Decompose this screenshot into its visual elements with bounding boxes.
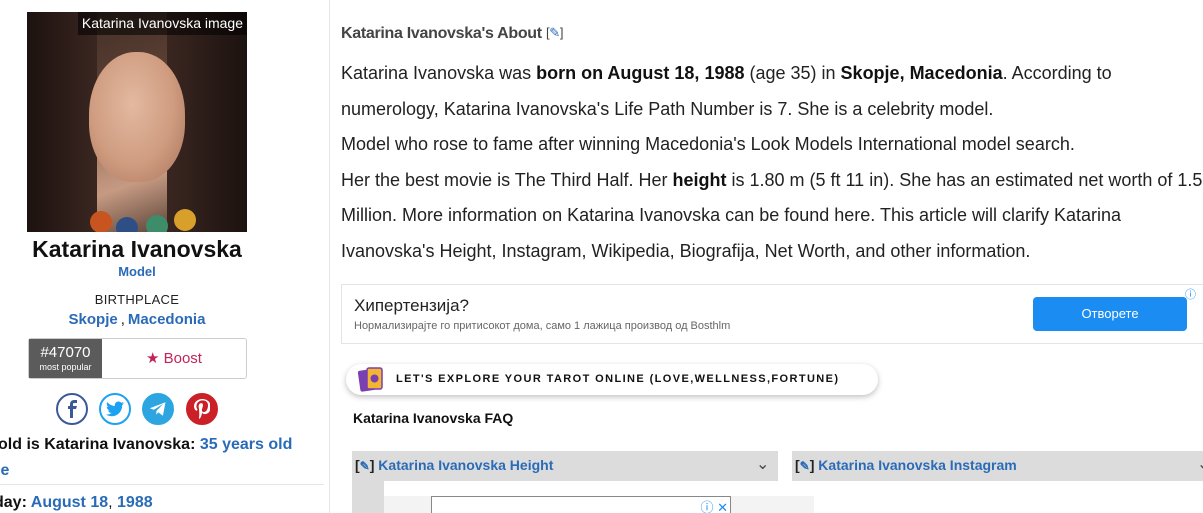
birthplace-separator: , [120, 311, 125, 328]
birthday-date-link[interactable]: August 18 [31, 494, 108, 511]
popularity-box: #47070 most popular ★ Boost [28, 338, 247, 379]
rank-badge: #47070 most popular [29, 339, 102, 378]
photo-caption: Katarina Ivanovska image [77, 12, 247, 35]
advertisement-banner[interactable]: Хипертензија? Нормализирајте го притисок… [341, 284, 1203, 344]
tarot-text: LET'S EXPLORE YOUR TAROT ONLINE (LOVE,WE… [396, 373, 840, 385]
birthplace-country-link[interactable]: Macedonia [128, 311, 206, 328]
age-question: old is Katarina Ivanovska: [0, 436, 196, 453]
ad-open-button[interactable]: Отворете [1033, 297, 1187, 331]
rank-number: #47070 [40, 344, 91, 361]
age-row: old is Katarina Ivanovska: 35 years old [0, 436, 292, 454]
age-value-link[interactable]: 35 years old [200, 436, 293, 453]
about-body: Katarina Ivanovska was born on August 18… [341, 56, 1203, 269]
birthday-comma: , [108, 494, 113, 511]
ad-subtitle: Нормализирајте го притисокот дома, само … [354, 320, 731, 332]
about-heading: Katarina Ivanovska's About [✎] [341, 25, 564, 43]
faq-item-label: [✎] Katarina Ivanovska Height [355, 457, 554, 473]
photo-shape [82, 197, 202, 232]
about-paragraph: Model who rose to fame after winning Mac… [341, 134, 1075, 154]
birthday-year-link[interactable]: 1988 [117, 494, 153, 511]
about-paragraph: Her the best movie is The Third Half. He… [341, 169, 1203, 261]
faq-item[interactable]: [✎] Katarina Ivanovska Height ⌄ [352, 451, 778, 481]
telegram-icon[interactable] [142, 393, 174, 425]
boost-button[interactable]: ★ Boost [102, 339, 246, 378]
chevron-down-icon: ⌄ [756, 456, 770, 473]
twitter-icon[interactable] [99, 393, 131, 425]
divider [0, 484, 324, 485]
birthplace-label: BIRTHPLACE [94, 292, 180, 307]
birthplace-value: Skopje, Macedonia [0, 311, 274, 328]
faq-heading: Katarina Ivanovska FAQ [353, 410, 514, 426]
facebook-icon[interactable] [56, 393, 88, 425]
ad-title: Хипертензија? [354, 296, 469, 315]
chevron-down-icon: ⌄ [1197, 454, 1203, 474]
profession-link[interactable]: Model [0, 264, 274, 279]
birthplace-city-link[interactable]: Skopje [69, 311, 118, 328]
profile-name: Katarina Ivanovska [32, 236, 242, 262]
pinterest-icon[interactable] [186, 393, 218, 425]
birthday-label: day: [0, 494, 27, 511]
tarot-banner[interactable]: LET'S EXPLORE YOUR TAROT ONLINE (LOVE,WE… [346, 364, 878, 395]
faq-item[interactable]: [✎] Katarina Ivanovska Instagram ⌄ [792, 451, 1203, 481]
edit-icon[interactable]: [✎] [546, 25, 564, 41]
photo-shape [89, 52, 185, 182]
profile-sidebar: Katarina Ivanovska image Katarina Ivanov… [0, 0, 330, 513]
profile-photo[interactable]: Katarina Ivanovska image [27, 12, 247, 232]
tarot-cards-icon [357, 367, 383, 392]
inline-ad[interactable]: ⓘ ✕ [431, 496, 731, 513]
faq-answer-panel [352, 481, 384, 513]
about-paragraph: Katarina Ivanovska was born on August 18… [341, 63, 1112, 119]
ad-info-icon[interactable]: ⓘ [1185, 286, 1196, 302]
about-title: Katarina Ivanovska's About [341, 25, 542, 42]
age-row-tail[interactable]: le [0, 462, 9, 480]
rank-subtitle: most popular [39, 362, 92, 372]
birthday-row: day: August 18, 1988 [0, 494, 153, 512]
ad-close-icon[interactable]: ⓘ ✕ [700, 497, 728, 513]
faq-item-label: [✎] Katarina Ivanovska Instagram [795, 457, 1017, 473]
